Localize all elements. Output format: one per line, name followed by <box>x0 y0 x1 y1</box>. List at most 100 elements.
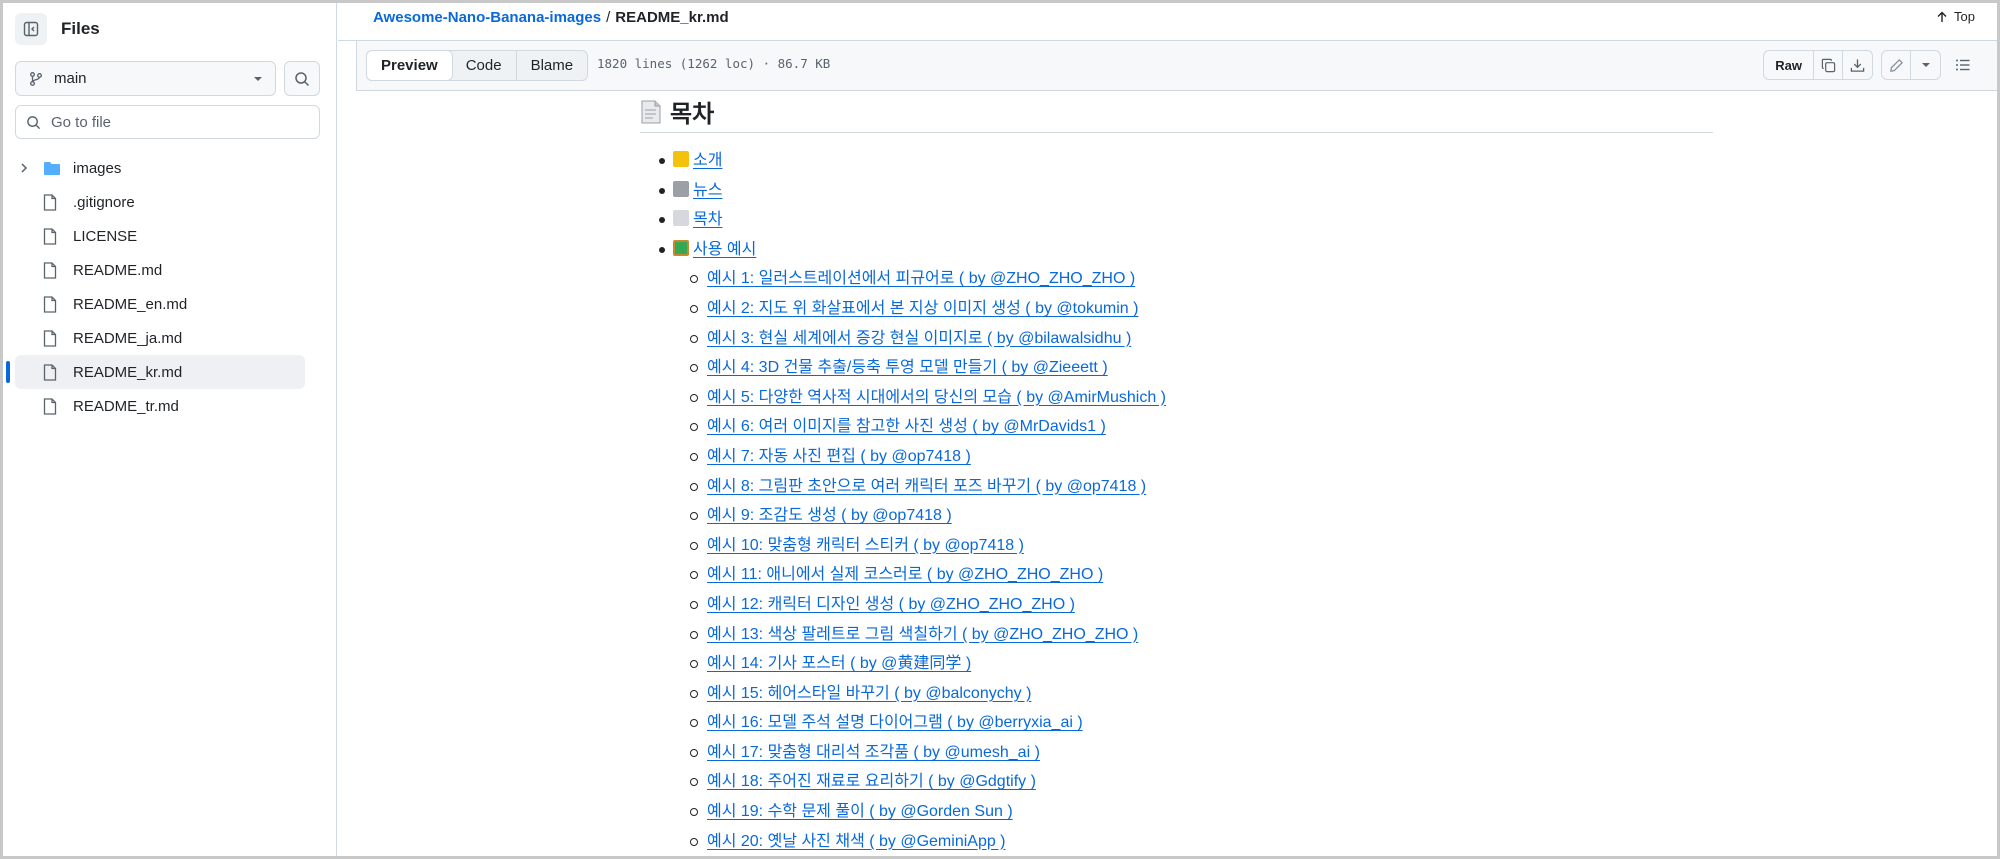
chevron-right-icon[interactable] <box>19 163 33 173</box>
example-link[interactable]: 예시 3: 현실 세계에서 증강 현실 이미지로 ( by @bilawalsi… <box>707 330 1131 347</box>
example-link[interactable]: 예시 9: 조감도 생성 ( by @op7418 ) <box>707 507 952 524</box>
example-link[interactable]: 예시 16: 모델 주석 설명 다이어그램 ( by @berryxia_ai … <box>707 714 1083 731</box>
example-link[interactable]: 예시 11: 애니에서 실제 코스러로 ( by @ZHO_ZHO_ZHO ) <box>707 566 1103 583</box>
example-link[interactable]: 예시 17: 맞춤형 대리석 조각품 ( by @umesh_ai ) <box>707 744 1040 761</box>
search-files-button[interactable] <box>284 61 320 96</box>
file-view: Awesome-Nano-Banana-images / README_kr.md … <box>338 3 1997 856</box>
tree-item-label: LICENSE <box>73 227 138 245</box>
tree-item-readme-kr[interactable]: README_kr.md <box>6 355 305 389</box>
copy-icon <box>1821 58 1835 72</box>
example-link[interactable]: 예시 1: 일러스트레이션에서 피규어로 ( by @ZHO_ZHO_ZHO ) <box>707 270 1135 287</box>
tree-item-label: README_en.md <box>73 295 188 313</box>
go-to-file-placeholder: Go to file <box>51 113 112 131</box>
breadcrumb: Awesome-Nano-Banana-images / README_kr.md <box>373 9 729 26</box>
tree-item-readme-ja[interactable]: README_ja.md <box>15 321 305 355</box>
banana-emoji-icon <box>673 151 689 167</box>
example-link[interactable]: 예시 7: 자동 사진 편집 ( by @op7418 ) <box>707 448 971 465</box>
tree-item-readme-tr[interactable]: README_tr.md <box>15 389 305 423</box>
example-link[interactable]: 예시 15: 헤어스타일 바꾸기 ( by @balconychy ) <box>707 685 1031 702</box>
toc-link-intro[interactable]: 소개 <box>673 151 722 169</box>
file-icon <box>43 363 61 381</box>
list-item: 예시 6: 여러 이미지를 참고한 사진 생성 ( by @MrDavids1 … <box>673 412 1713 442</box>
file-icon <box>43 193 61 211</box>
example-link[interactable]: 예시 19: 수학 문제 풀이 ( by @Gorden Sun ) <box>707 803 1013 820</box>
edit-button[interactable] <box>1882 51 1911 79</box>
toc-heading: 목차 <box>640 91 1713 133</box>
file-icon <box>43 397 61 415</box>
list-item: 예시 5: 다양한 역사적 시대에서의 당신의 모습 ( by @AmirMus… <box>673 383 1713 413</box>
arrow-up-icon <box>1937 11 1947 22</box>
example-link[interactable]: 예시 10: 맞춤형 캐릭터 스티커 ( by @op7418 ) <box>707 537 1024 554</box>
browser-frame: Files main Go to file images .gitignore <box>0 0 2000 859</box>
list-item: 예시 4: 3D 건물 추출/등축 투영 모델 만들기 ( by @Zieeet… <box>673 353 1713 383</box>
scroll-to-top-button[interactable]: Top <box>1936 9 1975 24</box>
tab-preview[interactable]: Preview <box>366 50 453 81</box>
example-link[interactable]: 예시 20: 옛날 사진 채색 ( by @GeminiApp ) <box>707 833 1006 850</box>
breadcrumb-separator: / <box>606 9 611 26</box>
toc-heading-text: 목차 <box>670 101 715 128</box>
raw-actions-group: Raw <box>1763 50 1873 80</box>
tree-item-readme[interactable]: README.md <box>15 253 305 287</box>
list-item: 예시 20: 옛날 사진 채색 ( by @GeminiApp ) <box>673 827 1713 856</box>
raw-button[interactable]: Raw <box>1764 51 1814 79</box>
breadcrumb-file: README_kr.md <box>615 9 729 26</box>
list-item: 예시 17: 맞춤형 대리석 조각품 ( by @umesh_ai ) <box>673 738 1713 768</box>
example-link[interactable]: 예시 13: 색상 팔레트로 그림 색칠하기 ( by @ZHO_ZHO_ZHO… <box>707 626 1138 643</box>
caret-down-icon <box>1921 63 1930 67</box>
outline-button[interactable] <box>1947 50 1979 80</box>
example-link[interactable]: 예시 4: 3D 건물 추출/등축 투영 모델 만들기 ( by @Zieeet… <box>707 359 1108 376</box>
tab-code[interactable]: Code <box>452 51 517 80</box>
file-icon <box>43 227 61 245</box>
pencil-icon <box>1889 58 1903 72</box>
toc-link-label: 사용 예시 <box>693 240 757 258</box>
file-toolbar: Preview Code Blame 1820 lines (1262 loc)… <box>356 41 1997 91</box>
page-emoji-icon <box>673 210 689 227</box>
markdown-body: 목차 소개 뉴스 목차 사용 예시 예시 1: 일러스트레이션에서 피규어로 (… <box>640 91 1713 856</box>
toc-link-news[interactable]: 뉴스 <box>673 180 722 199</box>
list-item: 예시 1: 일러스트레이션에서 피규어로 ( by @ZHO_ZHO_ZHO ) <box>673 264 1713 294</box>
example-link[interactable]: 예시 18: 주어진 재료로 요리하기 ( by @Gdgtify ) <box>707 773 1036 790</box>
toc-list: 소개 뉴스 목차 사용 예시 예시 1: 일러스트레이션에서 피규어로 ( by… <box>640 146 1713 856</box>
collapse-sidebar-button[interactable] <box>15 13 47 45</box>
list-unordered-icon <box>1956 59 1970 71</box>
tree-item-gitignore[interactable]: .gitignore <box>15 185 305 219</box>
example-link[interactable]: 예시 8: 그림판 초안으로 여러 캐릭터 포즈 바꾸기 ( by @op741… <box>707 478 1146 495</box>
go-to-file-input[interactable]: Go to file <box>15 105 320 139</box>
tab-blame[interactable]: Blame <box>517 51 588 80</box>
list-item: 예시 13: 색상 팔레트로 그림 색칠하기 ( by @ZHO_ZHO_ZHO… <box>673 620 1713 650</box>
download-button[interactable] <box>1843 51 1872 79</box>
page-facing-up-icon <box>641 100 661 123</box>
file-actions: Raw <box>1763 50 1979 80</box>
list-item: 예시 15: 헤어스타일 바꾸기 ( by @balconychy ) <box>673 679 1713 709</box>
tree-item-license[interactable]: LICENSE <box>15 219 305 253</box>
search-icon <box>27 115 41 129</box>
toc-link-label: 목차 <box>693 211 723 229</box>
sidebar-collapse-icon <box>23 21 39 37</box>
toc-item-toc: 목차 <box>640 205 1713 235</box>
edit-dropdown-button[interactable] <box>1911 51 1940 79</box>
example-link[interactable]: 예시 6: 여러 이미지를 참고한 사진 생성 ( by @MrDavids1 … <box>707 418 1106 435</box>
example-link[interactable]: 예시 5: 다양한 역사적 시대에서의 당신의 모습 ( by @AmirMus… <box>707 389 1166 406</box>
example-link[interactable]: 예시 2: 지도 위 화살표에서 본 지상 이미지 생성 ( by @tokum… <box>707 300 1138 317</box>
copy-button[interactable] <box>1814 51 1843 79</box>
tree-item-images[interactable]: images <box>15 151 305 185</box>
list-item: 예시 19: 수학 문제 풀이 ( by @Gorden Sun ) <box>673 797 1713 827</box>
example-link[interactable]: 예시 14: 기사 포스터 ( by @黄建同学 ) <box>707 655 971 672</box>
toc-item-news: 뉴스 <box>640 176 1713 206</box>
breadcrumb-bar: Awesome-Nano-Banana-images / README_kr.md … <box>338 3 1997 41</box>
framed-picture-emoji-icon <box>673 239 689 256</box>
example-link[interactable]: 예시 12: 캐릭터 디자인 생성 ( by @ZHO_ZHO_ZHO ) <box>707 596 1075 613</box>
folder-icon <box>43 160 61 176</box>
toc-item-intro: 소개 <box>640 146 1713 176</box>
branch-name: main <box>54 70 87 87</box>
file-icon <box>43 329 61 347</box>
list-item: 예시 12: 캐릭터 디자인 생성 ( by @ZHO_ZHO_ZHO ) <box>673 590 1713 620</box>
tree-item-readme-en[interactable]: README_en.md <box>15 287 305 321</box>
toc-link-examples[interactable]: 사용 예시 <box>673 239 757 258</box>
branch-selector[interactable]: main <box>15 61 276 96</box>
search-icon <box>295 71 310 86</box>
list-item: 예시 7: 자동 사진 편집 ( by @op7418 ) <box>673 442 1713 472</box>
toc-link-toc[interactable]: 목차 <box>673 210 723 229</box>
sidebar-header: Files <box>15 13 100 45</box>
breadcrumb-repo-link[interactable]: Awesome-Nano-Banana-images <box>373 9 601 26</box>
